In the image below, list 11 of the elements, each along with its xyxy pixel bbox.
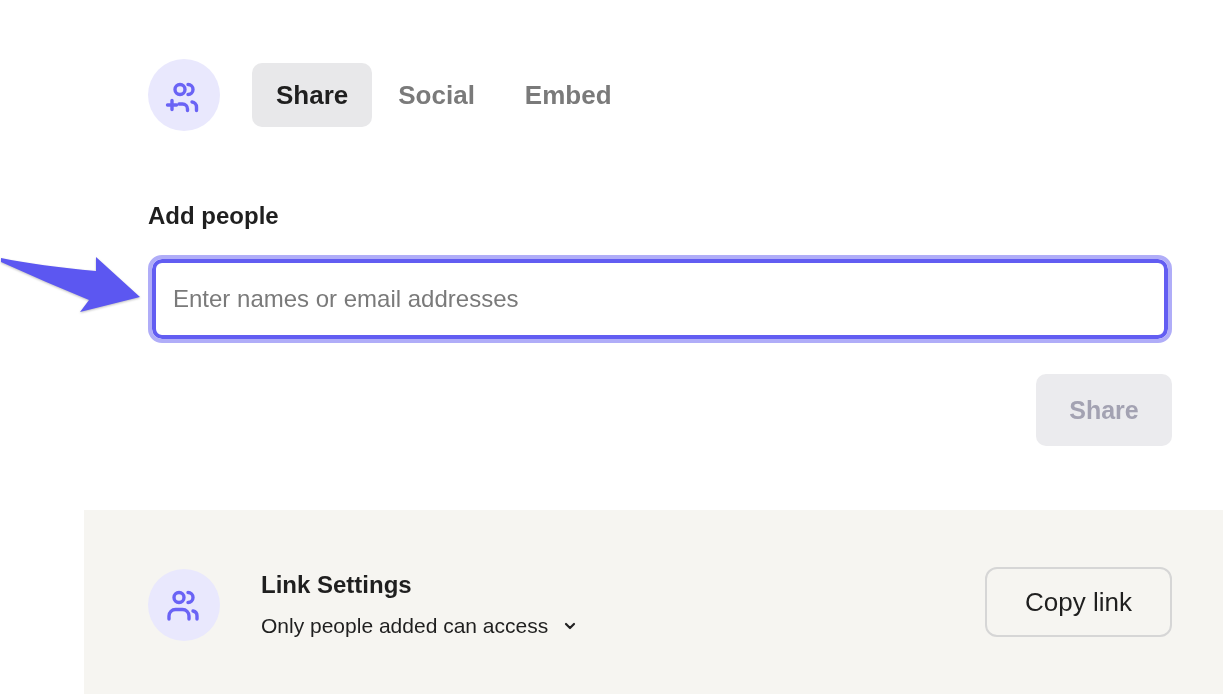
tab[interactable]: Embed: [500, 63, 636, 127]
tab[interactable]: Share: [252, 63, 373, 127]
tab[interactable]: Social: [374, 63, 499, 127]
people-icon: [148, 569, 220, 641]
add-people-icon: [148, 59, 220, 131]
input-field[interactable]: Enter names or email addresses: [148, 255, 1172, 343]
chevron-down-icon: [564, 622, 577, 630]
panel-title: Link Settings: [261, 570, 412, 600]
field-label: Add people: [148, 201, 279, 231]
access-dropdown[interactable]: Only people added can access: [261, 612, 577, 640]
copy-link-button[interactable]: Copy link: [985, 567, 1172, 637]
